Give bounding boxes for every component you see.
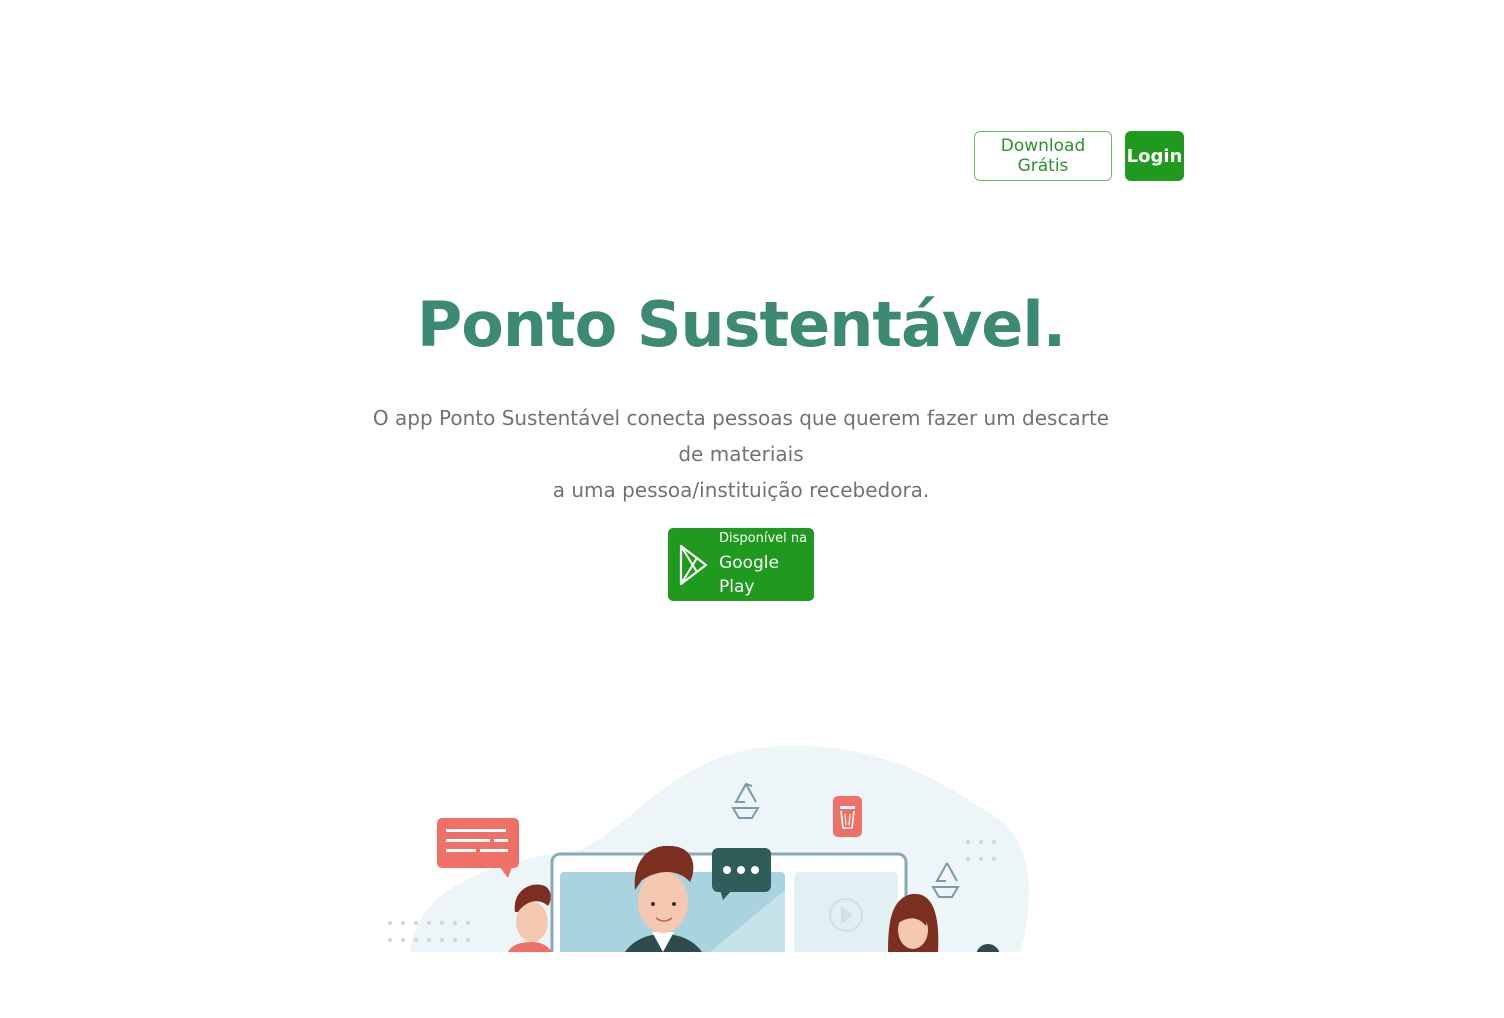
hero-illustration <box>380 740 1040 952</box>
landing-page: Download Grátis Login Ponto Sustentável.… <box>0 0 1504 1018</box>
hero-subtitle-line2: a uma pessoa/instituição recebedora. <box>552 478 930 502</box>
google-play-badge[interactable]: Disponível na Google Play <box>668 528 814 601</box>
google-play-small-text: Disponível na <box>719 530 808 546</box>
hero-title: Ponto Sustentável. <box>416 288 1066 361</box>
top-navigation: Download Grátis Login <box>974 131 1184 181</box>
google-play-text: Disponível na Google Play <box>719 531 814 599</box>
hero-subtitle-line1: O app Ponto Sustentável conecta pessoas … <box>372 406 1110 466</box>
login-button[interactable]: Login <box>1125 131 1184 181</box>
google-play-big-text: Google Play <box>719 552 779 597</box>
google-play-icon <box>678 542 710 588</box>
trash-icon <box>833 796 862 837</box>
hero-subtitle: O app Ponto Sustentável conecta pessoas … <box>370 400 1112 508</box>
download-button[interactable]: Download Grátis <box>974 131 1112 181</box>
chat-bubble-icon <box>437 818 519 878</box>
